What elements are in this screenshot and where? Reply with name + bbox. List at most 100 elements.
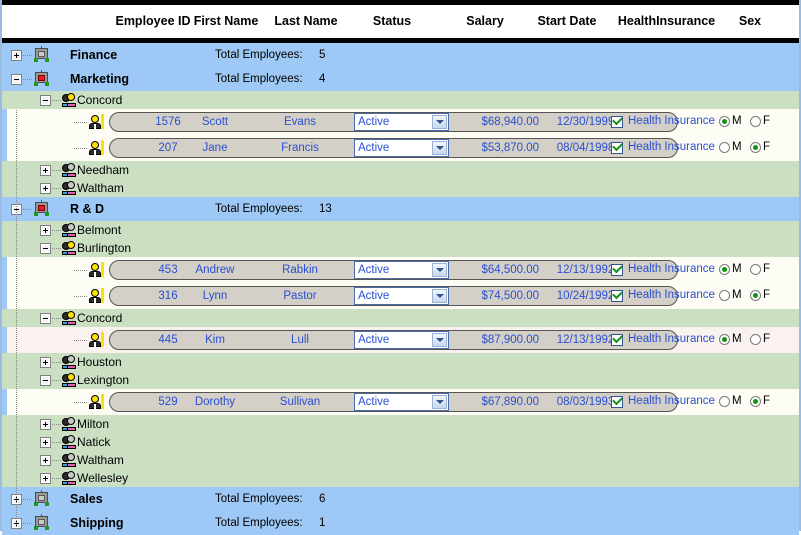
salary-value[interactable]: $87,900.00	[454, 330, 539, 350]
chevron-down-icon[interactable]	[432, 263, 447, 277]
first-name-value[interactable]: Kim	[170, 330, 260, 350]
last-name-value[interactable]: Lull	[255, 330, 345, 350]
salary-value[interactable]: $67,890.00	[454, 392, 539, 412]
tree-connector-line	[52, 230, 62, 231]
sex-radio-male[interactable]	[719, 290, 730, 301]
salary-value[interactable]: $74,500.00	[454, 286, 539, 306]
employee-row[interactable]: 316LynnPastorActive$74,500.0010/24/1992H…	[2, 283, 799, 309]
last-name-value[interactable]: Pastor	[255, 286, 345, 306]
department-expander-toggle[interactable]	[11, 74, 22, 85]
city-row[interactable]: Burlington	[2, 239, 799, 257]
salary-value[interactable]: $53,870.00	[454, 138, 539, 158]
city-row[interactable]: Wellesley	[2, 469, 799, 487]
salary-value[interactable]: $64,500.00	[454, 260, 539, 280]
row-left-indicator	[2, 109, 7, 135]
first-name-value[interactable]: Scott	[170, 112, 260, 132]
city-row[interactable]: Concord	[2, 91, 799, 109]
sex-radio-female[interactable]	[750, 290, 761, 301]
first-name-value[interactable]: Dorothy	[170, 392, 260, 412]
status-select[interactable]: Active	[354, 261, 449, 279]
city-expander-toggle[interactable]	[40, 243, 51, 254]
status-select[interactable]: Active	[354, 331, 449, 349]
status-select[interactable]: Active	[354, 393, 449, 411]
city-name: Needham	[77, 163, 129, 177]
factory-icon	[33, 515, 50, 530]
first-name-value[interactable]: Lynn	[170, 286, 260, 306]
employee-row[interactable]: 1576ScottEvansActive$68,940.0012/30/1999…	[2, 109, 799, 135]
sex-radio-male[interactable]	[719, 334, 730, 345]
salary-value[interactable]: $68,940.00	[454, 112, 539, 132]
city-expander-toggle[interactable]	[40, 357, 51, 368]
status-select-value: Active	[355, 334, 389, 346]
city-expander-toggle[interactable]	[40, 95, 51, 106]
chevron-down-icon[interactable]	[432, 141, 447, 155]
sex-radio-female[interactable]	[750, 264, 761, 275]
city-row[interactable]: Concord	[2, 309, 799, 327]
department-row[interactable]: ShippingTotal Employees:1	[2, 511, 799, 535]
status-select[interactable]: Active	[354, 287, 449, 305]
city-row[interactable]: Belmont	[2, 221, 799, 239]
column-header-last-name[interactable]: Last Name	[260, 5, 352, 38]
department-row[interactable]: MarketingTotal Employees:4	[2, 67, 799, 91]
employee-row[interactable]: 529DorothySullivanActive$67,890.0008/03/…	[2, 389, 799, 415]
chevron-down-icon[interactable]	[432, 333, 447, 347]
column-header-sex[interactable]: Sex	[717, 5, 783, 38]
city-row[interactable]: Needham	[2, 161, 799, 179]
last-name-value[interactable]: Francis	[255, 138, 345, 158]
department-expander-toggle[interactable]	[11, 50, 22, 61]
city-expander-toggle[interactable]	[40, 419, 51, 430]
city-row[interactable]: Houston	[2, 353, 799, 371]
sex-radio-male[interactable]	[719, 116, 730, 127]
status-select[interactable]: Active	[354, 139, 449, 157]
sex-radio-male[interactable]	[719, 264, 730, 275]
people-icon	[62, 181, 77, 195]
city-expander-toggle[interactable]	[40, 165, 51, 176]
department-row[interactable]: SalesTotal Employees:6	[2, 487, 799, 511]
health-insurance-checkbox[interactable]	[611, 290, 623, 302]
column-header-health-insurance[interactable]: HealthInsurance	[619, 5, 714, 38]
employee-row[interactable]: 207JaneFrancisActive$53,870.0008/04/1998…	[2, 135, 799, 161]
sex-radio-female[interactable]	[750, 396, 761, 407]
health-insurance-checkbox[interactable]	[611, 142, 623, 154]
column-header-status[interactable]: Status	[350, 5, 434, 38]
sex-radio-male[interactable]	[719, 142, 730, 153]
city-expander-toggle[interactable]	[40, 313, 51, 324]
last-name-value[interactable]: Sullivan	[255, 392, 345, 412]
city-expander-toggle[interactable]	[40, 225, 51, 236]
sex-radio-male[interactable]	[719, 396, 730, 407]
city-expander-toggle[interactable]	[40, 455, 51, 466]
city-expander-toggle[interactable]	[40, 437, 51, 448]
city-row[interactable]: Waltham	[2, 451, 799, 469]
department-row[interactable]: R & DTotal Employees:13	[2, 197, 799, 221]
health-insurance-checkbox[interactable]	[611, 264, 623, 276]
sex-radio-female[interactable]	[750, 142, 761, 153]
department-row[interactable]: FinanceTotal Employees:5	[2, 43, 799, 67]
last-name-value[interactable]: Evans	[255, 112, 345, 132]
column-header-start-date[interactable]: Start Date	[522, 5, 612, 38]
chevron-down-icon[interactable]	[432, 115, 447, 129]
city-row[interactable]: Natick	[2, 433, 799, 451]
health-insurance-checkbox[interactable]	[611, 116, 623, 128]
city-expander-toggle[interactable]	[40, 375, 51, 386]
status-select[interactable]: Active	[354, 113, 449, 131]
city-expander-toggle[interactable]	[40, 183, 51, 194]
first-name-value[interactable]: Jane	[170, 138, 260, 158]
health-insurance-checkbox[interactable]	[611, 396, 623, 408]
last-name-value[interactable]: Rabkin	[255, 260, 345, 280]
chevron-down-icon[interactable]	[432, 289, 447, 303]
department-name: R & D	[70, 202, 104, 216]
chevron-down-icon[interactable]	[432, 395, 447, 409]
city-row[interactable]: Lexington	[2, 371, 799, 389]
city-expander-toggle[interactable]	[40, 473, 51, 484]
city-row[interactable]: Waltham	[2, 179, 799, 197]
employee-row[interactable]: 445KimLullActive$87,900.0012/13/1992Heal…	[2, 327, 799, 353]
health-insurance-checkbox[interactable]	[611, 334, 623, 346]
city-row[interactable]: Milton	[2, 415, 799, 433]
sex-radio-female[interactable]	[750, 116, 761, 127]
sex-radio-female[interactable]	[750, 334, 761, 345]
column-header-first-name[interactable]: First Name	[180, 5, 272, 38]
first-name-value[interactable]: Andrew	[170, 260, 260, 280]
employee-row[interactable]: 453AndrewRabkinActive$64,500.0012/13/199…	[2, 257, 799, 283]
column-header-salary[interactable]: Salary	[450, 5, 520, 38]
employee-tree-grid: Employee IDFirst NameLast NameStatusSala…	[0, 0, 801, 531]
